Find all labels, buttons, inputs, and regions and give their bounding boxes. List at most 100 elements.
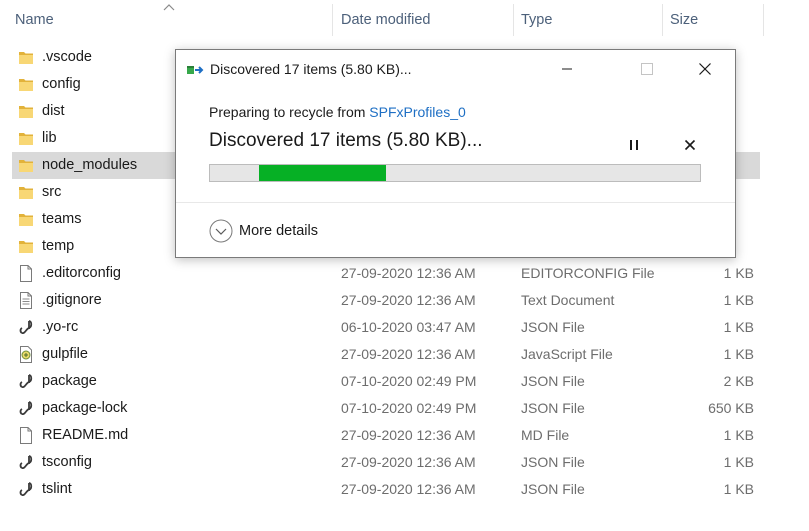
file-type: JSON File	[521, 454, 585, 470]
column-name[interactable]: Name	[15, 0, 54, 40]
close-button[interactable]	[682, 50, 728, 88]
file-type: JavaScript File	[521, 346, 613, 362]
sort-ascending-icon	[163, 4, 175, 11]
file-type: JSON File	[521, 319, 585, 335]
file-date-modified: 27-09-2020 12:36 AM	[341, 427, 476, 443]
file-date-modified: 07-10-2020 02:49 PM	[341, 400, 477, 416]
file-name: .gitignore	[42, 292, 102, 308]
column-header: Name Date modified Type Size	[0, 0, 809, 40]
file-size: 1 KB	[723, 481, 754, 497]
folder-icon	[18, 211, 34, 228]
recycle-progress-dialog: Discovered 17 items (5.80 KB)... Prepari…	[175, 49, 736, 258]
file-name: .yo-rc	[42, 319, 79, 335]
file-type: JSON File	[521, 373, 585, 389]
json-file-icon	[18, 319, 34, 336]
file-type: Text Document	[521, 292, 615, 308]
cancel-icon	[684, 139, 696, 151]
file-size: 1 KB	[723, 319, 754, 335]
folder-icon	[18, 184, 34, 201]
file-type: JSON File	[521, 400, 585, 416]
script-file-icon	[18, 346, 34, 363]
column-type[interactable]: Type	[521, 0, 552, 40]
file-date-modified: 06-10-2020 03:47 AM	[341, 319, 476, 335]
file-date-modified: 27-09-2020 12:36 AM	[341, 292, 476, 308]
column-divider[interactable]	[513, 4, 514, 36]
file-name: gulpfile	[42, 346, 88, 362]
file-row[interactable]: .gitignore 27-09-2020 12:36 AM Text Docume…	[12, 287, 760, 314]
maximize-icon	[641, 63, 653, 75]
file-size: 1 KB	[723, 292, 754, 308]
file-type: JSON File	[521, 481, 585, 497]
file-row[interactable]: README.md 27-09-2020 12:36 AM MD File 1 KB	[12, 422, 760, 449]
file-name: .vscode	[42, 49, 92, 65]
file-date-modified: 07-10-2020 02:49 PM	[341, 373, 477, 389]
file-date-modified: 27-09-2020 12:36 AM	[341, 481, 476, 497]
pause-button[interactable]	[622, 134, 646, 156]
column-divider[interactable]	[332, 4, 333, 36]
blank-file-icon	[18, 265, 34, 282]
file-type: MD File	[521, 427, 570, 443]
file-date-modified: 27-09-2020 12:36 AM	[341, 454, 476, 470]
column-size[interactable]: Size	[670, 0, 698, 40]
file-row[interactable]: tsconfig 27-09-2020 12:36 AM JSON File 1 KB	[12, 449, 760, 476]
column-divider[interactable]	[662, 4, 663, 36]
file-type: EDITORCONFIG File	[521, 265, 655, 281]
dialog-title: Discovered 17 items (5.80 KB)...	[210, 61, 412, 77]
file-row[interactable]: package 07-10-2020 02:49 PM JSON File 2 KB	[12, 368, 760, 395]
file-date-modified: 27-09-2020 12:36 AM	[341, 265, 476, 281]
file-name: dist	[42, 103, 65, 119]
close-icon	[699, 63, 711, 75]
file-name: node_modules	[42, 157, 138, 173]
file-move-icon	[187, 66, 204, 74]
json-file-icon	[18, 400, 34, 417]
json-file-icon	[18, 373, 34, 390]
source-folder-link[interactable]: SPFxProfiles_0	[369, 104, 465, 120]
column-divider[interactable]	[763, 4, 764, 36]
json-file-icon	[18, 454, 34, 471]
file-row[interactable]: tslint 27-09-2020 12:36 AM JSON File 1 KB	[12, 476, 760, 503]
column-date-modified[interactable]: Date modified	[341, 0, 430, 40]
file-name: teams	[42, 211, 82, 227]
pause-icon	[630, 140, 638, 150]
cancel-button[interactable]	[678, 134, 702, 156]
file-name: package	[42, 373, 97, 389]
maximize-button	[624, 50, 670, 88]
minimize-button[interactable]	[544, 50, 590, 88]
file-size: 1 KB	[723, 427, 754, 443]
preparing-prefix: Preparing to recycle from	[209, 104, 370, 120]
progress-bar-fill	[259, 165, 387, 181]
folder-icon	[18, 103, 34, 120]
file-row[interactable]: .editorconfig 27-09-2020 12:36 AM EDITORCO…	[12, 260, 760, 287]
file-name: src	[42, 184, 62, 200]
text-file-icon	[18, 292, 34, 309]
file-row[interactable]: gulpfile 27-09-2020 12:36 AM JavaScript Fi…	[12, 341, 760, 368]
file-name: README.md	[42, 427, 129, 443]
dialog-titlebar[interactable]: Discovered 17 items (5.80 KB)...	[176, 50, 735, 88]
folder-icon	[18, 130, 34, 147]
file-name: .editorconfig	[42, 265, 121, 281]
file-size: 650 KB	[708, 400, 754, 416]
json-file-icon	[18, 481, 34, 498]
progress-bar	[209, 164, 701, 182]
folder-icon	[18, 238, 34, 255]
file-row[interactable]: .yo-rc 06-10-2020 03:47 AM JSON File 1 KB	[12, 314, 760, 341]
chevron-down-icon	[209, 219, 233, 243]
file-row[interactable]: package-lock 07-10-2020 02:49 PM JSON File…	[12, 395, 760, 422]
file-size: 1 KB	[723, 346, 754, 362]
file-name: package-lock	[42, 400, 128, 416]
folder-icon	[18, 49, 34, 66]
file-size: 1 KB	[723, 454, 754, 470]
file-name: lib	[42, 130, 57, 146]
file-name: tsconfig	[42, 454, 92, 470]
file-name: config	[42, 76, 81, 92]
blank-file-icon	[18, 427, 34, 444]
progress-status: Discovered 17 items (5.80 KB)...	[209, 130, 483, 151]
file-name: tslint	[42, 481, 72, 497]
file-size: 1 KB	[723, 265, 754, 281]
folder-icon	[18, 157, 34, 174]
minimize-icon	[562, 68, 572, 70]
preparing-text: Preparing to recycle from SPFxProfiles_0	[209, 104, 466, 120]
file-name: temp	[42, 238, 75, 254]
more-details-label: More details	[239, 223, 318, 239]
folder-icon	[18, 76, 34, 93]
